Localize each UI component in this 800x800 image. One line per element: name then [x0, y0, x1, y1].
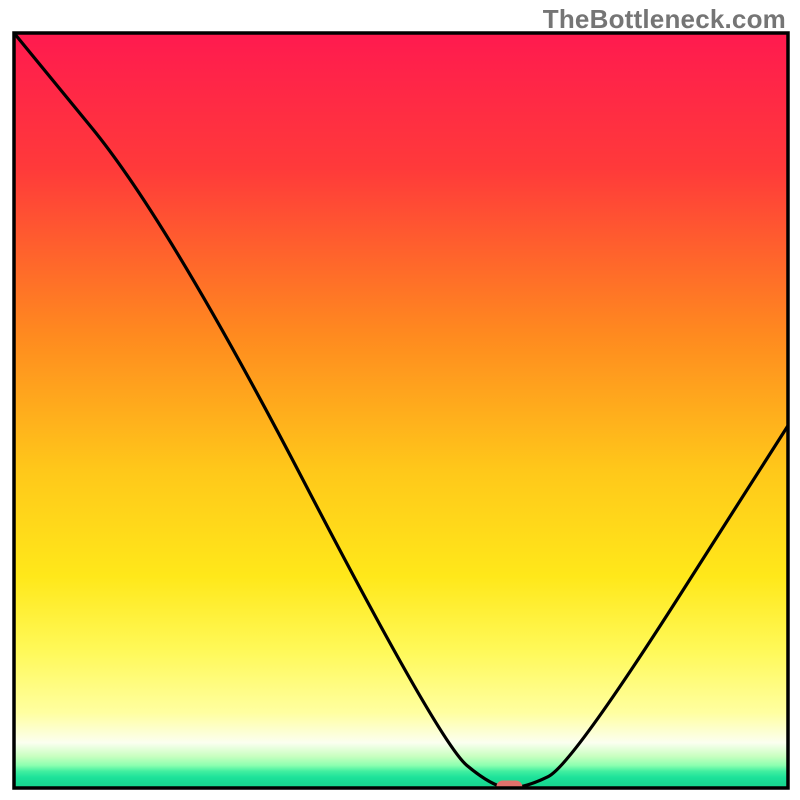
bottleneck-chart — [0, 0, 800, 800]
chart-background-gradient — [14, 33, 788, 788]
